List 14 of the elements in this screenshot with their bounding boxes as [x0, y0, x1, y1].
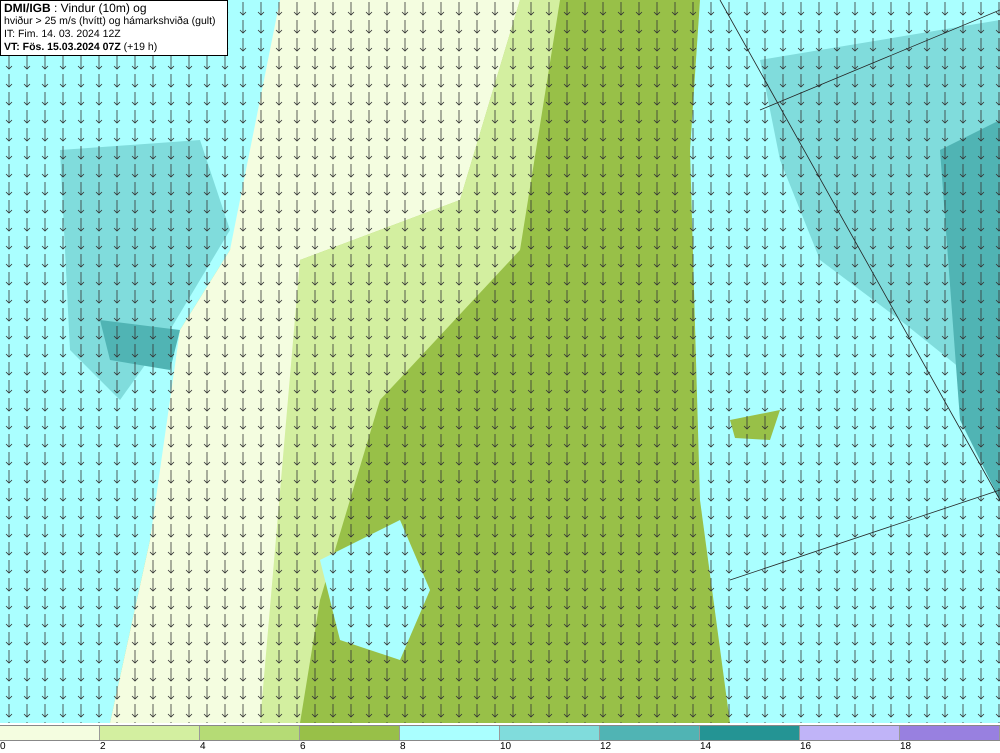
map-title-line: IT: Fim. 14. 03. 2024 12Z: [4, 28, 122, 41]
legend-tick-label: 14: [700, 741, 712, 752]
map-title-line: hviður > 25 m/s (hvítt) og hámarkshviða (gult): [4, 15, 217, 28]
legend-tick-label: 10: [500, 741, 512, 752]
legend-tick-label: 12: [600, 741, 612, 752]
legend-tick-label: 16: [800, 741, 812, 752]
legend-tick-label: 18: [900, 741, 912, 752]
map-title-line: DMI/IGB : Vindur (10m) og: [4, 2, 148, 15]
legend-tick-label: 4: [200, 741, 206, 752]
legend-tick-label: 2: [100, 741, 106, 752]
map-title-line: VT: Fös. 15.03.2024 07Z (+19 h): [4, 41, 158, 54]
legend-tick-label: 8: [400, 741, 406, 752]
legend-tick-label: 6: [300, 741, 306, 752]
legend-tick-label: 0: [0, 741, 6, 752]
